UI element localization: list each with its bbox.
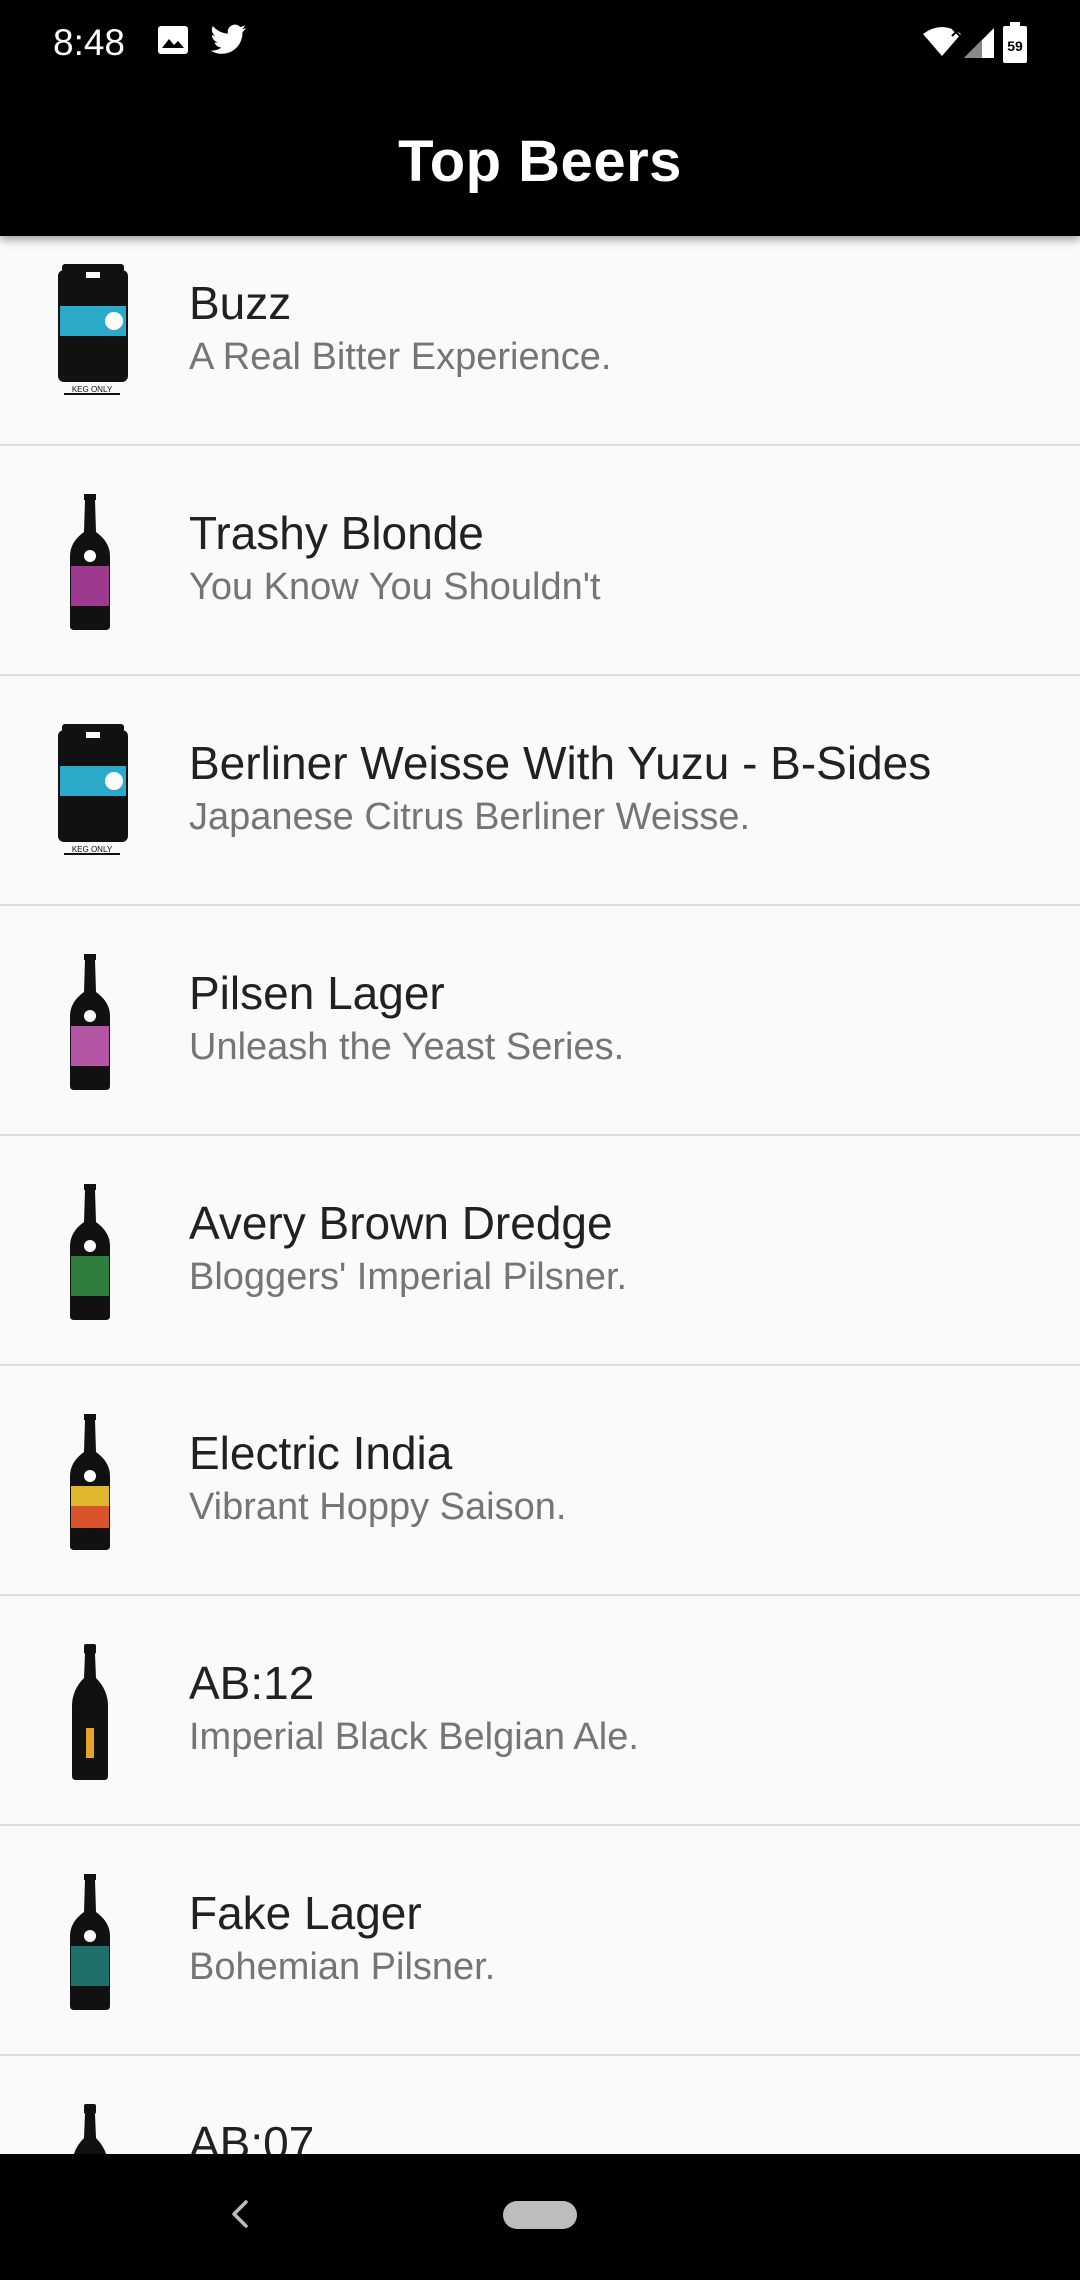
beer-name: AB:12 xyxy=(189,1657,315,1709)
keg-icon: KEG ONLY xyxy=(40,724,140,874)
svg-text:59: 59 xyxy=(1007,38,1023,54)
list-item[interactable]: Fake Lager Bohemian Pilsner. xyxy=(0,1826,1080,2056)
beer-name: Buzz xyxy=(189,277,292,329)
navigation-bar xyxy=(0,2154,1080,2280)
beer-bottle-icon xyxy=(40,954,140,1104)
list-item[interactable]: Pilsen Lager Unleash the Yeast Series. xyxy=(0,906,1080,1136)
beer-name: AB:07 xyxy=(189,2117,315,2154)
battery-icon: 59 xyxy=(1002,22,1028,69)
back-icon[interactable] xyxy=(222,2194,258,2239)
svg-text:KEG ONLY: KEG ONLY xyxy=(72,845,113,854)
beer-bottle-icon xyxy=(40,1874,140,2024)
list-item[interactable]: Trashy Blonde You Know You Shouldn't xyxy=(0,446,1080,676)
beer-tagline: A Real Bitter Experience. xyxy=(189,336,612,378)
beer-name: Trashy Blonde xyxy=(189,507,484,559)
image-icon xyxy=(156,24,190,61)
signal-icon xyxy=(962,26,996,65)
page-title: Top Beers xyxy=(398,129,682,194)
beer-tagline: Vibrant Hoppy Saison. xyxy=(189,1486,567,1528)
beer-name: Berliner Weisse With Yuzu - B-Sides xyxy=(189,737,932,789)
list-item[interactable]: Avery Brown Dredge Bloggers' Imperial Pi… xyxy=(0,1136,1080,1366)
beer-name: Electric India xyxy=(189,1427,453,1479)
beer-tagline: Unleash the Yeast Series. xyxy=(189,1026,625,1068)
list-item[interactable]: AB:07 xyxy=(0,2056,1080,2154)
twitter-icon xyxy=(210,24,248,61)
beer-tagline: Imperial Black Belgian Ale. xyxy=(189,1716,639,1758)
beer-name: Fake Lager xyxy=(189,1887,422,1939)
tall-bottle-icon xyxy=(40,2104,140,2154)
wifi-icon xyxy=(922,26,962,63)
svg-text:KEG ONLY: KEG ONLY xyxy=(72,385,113,394)
status-bar: 8:48 59 xyxy=(0,0,1080,90)
beer-name: Pilsen Lager xyxy=(189,967,445,1019)
beer-tagline: Bloggers' Imperial Pilsner. xyxy=(189,1256,628,1298)
list-item[interactable]: Electric India Vibrant Hoppy Saison. xyxy=(0,1366,1080,1596)
beer-bottle-icon xyxy=(40,1184,140,1334)
beer-tagline: Bohemian Pilsner. xyxy=(189,1946,496,1988)
list-item[interactable]: KEG ONLY Berliner Weisse With Yuzu - B-S… xyxy=(0,676,1080,906)
keg-icon: KEG ONLY xyxy=(40,264,140,414)
status-time: 8:48 xyxy=(53,22,126,63)
list-item[interactable]: AB:12 Imperial Black Belgian Ale. xyxy=(0,1596,1080,1826)
tall-bottle-icon xyxy=(40,1644,140,1794)
home-pill-icon[interactable] xyxy=(503,2201,577,2229)
beer-bottle-icon xyxy=(40,1414,140,1564)
beer-tagline: Japanese Citrus Berliner Weisse. xyxy=(189,796,751,838)
beer-name: Avery Brown Dredge xyxy=(189,1197,613,1249)
app-bar: Top Beers xyxy=(0,90,1080,236)
beer-bottle-icon xyxy=(40,494,140,644)
list-item[interactable]: KEG ONLY Buzz A Real Bitter Experience. xyxy=(0,236,1080,446)
beer-list[interactable]: KEG ONLY Buzz A Real Bitter Experience. … xyxy=(0,236,1080,2154)
beer-tagline: You Know You Shouldn't xyxy=(189,566,601,608)
